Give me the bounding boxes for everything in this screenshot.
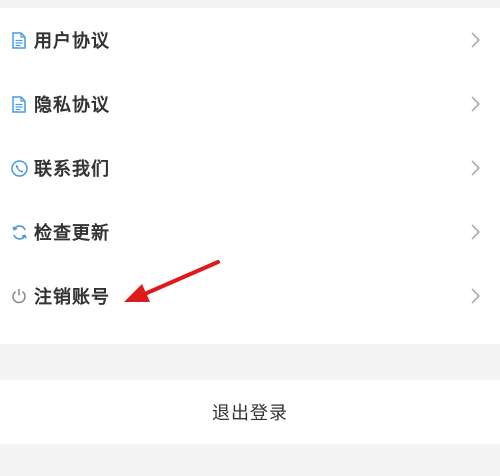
power-icon xyxy=(10,287,28,305)
document-icon xyxy=(10,31,28,49)
menu-item-label: 隐私协议 xyxy=(34,95,110,116)
document-icon xyxy=(10,95,28,113)
phone-icon xyxy=(10,159,28,177)
chevron-right-icon xyxy=(468,94,482,114)
menu-item-contact-us[interactable]: 联系我们 xyxy=(0,136,500,200)
chevron-right-icon xyxy=(468,158,482,178)
menu-item-check-update[interactable]: 检查更新 xyxy=(0,200,500,264)
menu-item-label: 用户协议 xyxy=(34,31,110,52)
menu-item-cancel-account[interactable]: 注销账号 xyxy=(0,264,500,328)
top-spacer xyxy=(0,0,500,8)
chevron-right-icon xyxy=(468,222,482,242)
menu-item-user-agreement[interactable]: 用户协议 xyxy=(0,8,500,72)
menu-item-privacy-agreement[interactable]: 隐私协议 xyxy=(0,72,500,136)
menu-item-label: 注销账号 xyxy=(34,287,110,308)
chevron-right-icon xyxy=(468,286,482,306)
refresh-icon xyxy=(10,223,28,241)
logout-label: 退出登录 xyxy=(212,403,288,424)
logout-button[interactable]: 退出登录 xyxy=(0,380,500,444)
menu-item-label: 检查更新 xyxy=(34,223,110,244)
settings-menu: 用户协议 隐私协议 联系我们 检查更新 注销账号 xyxy=(0,8,500,344)
menu-item-label: 联系我们 xyxy=(34,159,110,180)
chevron-right-icon xyxy=(468,30,482,50)
